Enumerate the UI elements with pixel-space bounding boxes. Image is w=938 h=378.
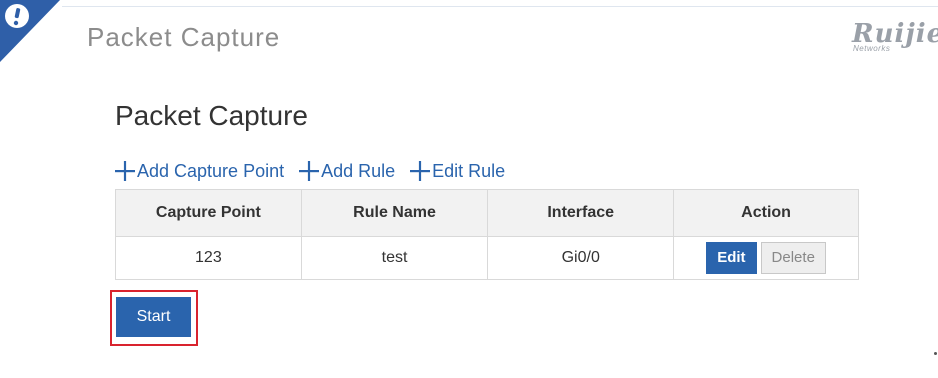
add-capture-point-link[interactable]: Add Capture Point [114,160,284,182]
page-title: Packet Capture [115,100,308,131]
edge-marker [934,352,937,355]
alert-badge-icon [0,0,60,62]
table-header-row: Capture Point Rule Name Interface Action [115,189,859,237]
cell-capture-point: 123 [115,236,302,280]
edit-rule-label: Edit Rule [432,160,506,181]
brand-tagline: Networks [853,44,891,53]
column-header-action: Action [673,189,859,237]
plus-icon [115,161,135,181]
column-header-capture-point: Capture Point [115,189,302,237]
add-rule-label: Add Rule [321,160,396,181]
header-divider [62,6,938,7]
add-capture-point-label: Add Capture Point [137,160,285,181]
edit-rule-link[interactable]: Edit Rule [409,160,505,182]
column-header-rule-name: Rule Name [300,189,489,237]
capture-table: Capture Point Rule Name Interface Action… [115,189,859,280]
cell-interface: Gi0/0 [487,236,675,280]
edit-button[interactable]: Edit [706,242,757,274]
toolbar: Add Capture Point Add Rule Edit Rule [114,160,519,182]
table-row: 123 test Gi0/0 Edit Delete [115,236,859,280]
cell-rule-name: test [300,236,489,280]
column-header-interface: Interface [487,189,675,237]
cell-action: Edit Delete [673,236,859,280]
delete-button[interactable]: Delete [760,242,826,274]
plus-icon [410,161,431,181]
plus-icon [299,161,320,181]
header-title: Packet Capture [87,22,281,52]
start-button[interactable]: Start [116,297,191,337]
add-rule-link[interactable]: Add Rule [298,160,395,182]
